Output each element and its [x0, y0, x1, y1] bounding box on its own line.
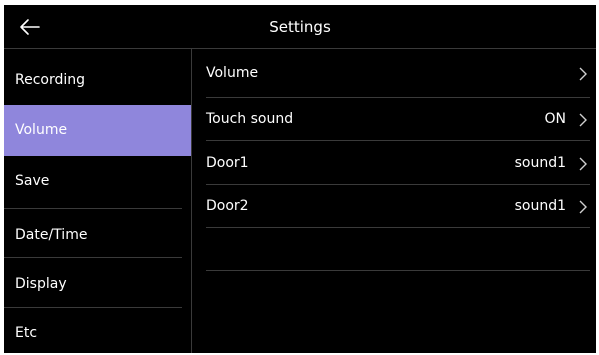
sidebar-item-date-time[interactable]: Date/Time: [4, 210, 191, 261]
chevron-right-icon: [579, 200, 587, 214]
row-value: sound1: [514, 198, 566, 214]
door1-row[interactable]: Door1 sound1: [206, 142, 590, 185]
row-divider: [206, 270, 590, 271]
sidebar-item-save[interactable]: Save: [4, 156, 191, 207]
settings-screen: Settings Recording Volume Save Date/Time…: [4, 5, 596, 353]
chevron-right-icon: [579, 67, 587, 81]
row-label: Touch sound: [206, 111, 294, 127]
settings-content: Volume Touch sound ON Door1 sound1 Door2…: [192, 49, 596, 353]
door2-row[interactable]: Door2 sound1: [206, 185, 590, 228]
row-divider: [206, 227, 590, 228]
chevron-right-icon: [579, 113, 587, 127]
row-label: Volume: [206, 65, 259, 81]
row-label: Door2: [206, 198, 249, 214]
sidebar-item-volume[interactable]: Volume: [4, 105, 191, 156]
sidebar-divider: [4, 208, 182, 209]
sidebar-item-display[interactable]: Display: [4, 259, 191, 310]
sidebar: Recording Volume Save Date/Time Display …: [4, 49, 192, 353]
row-value: ON: [544, 111, 567, 127]
sidebar-item-etc[interactable]: Etc: [4, 308, 191, 353]
sidebar-divider: [4, 257, 182, 258]
header-bar: Settings: [4, 5, 596, 49]
row-value: sound1: [514, 155, 566, 171]
back-button[interactable]: [14, 11, 46, 43]
touch-sound-row[interactable]: Touch sound ON: [206, 98, 590, 141]
arrow-left-icon: [20, 19, 40, 35]
row-label: Door1: [206, 155, 249, 171]
row-divider: [206, 140, 590, 141]
volume-row[interactable]: Volume: [206, 52, 590, 95]
page-title: Settings: [269, 18, 331, 36]
sidebar-item-recording[interactable]: Recording: [4, 55, 191, 106]
chevron-right-icon: [579, 157, 587, 171]
